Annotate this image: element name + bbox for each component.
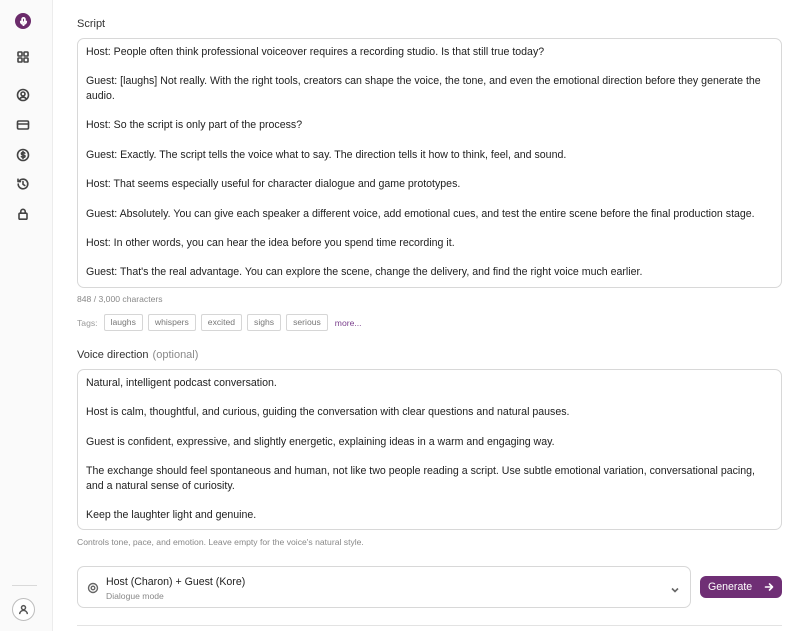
- direction-line: The exchange should feel spontaneous and…: [86, 465, 756, 492]
- voice-direction-textarea[interactable]: Natural, intelligent podcast conversatio…: [77, 369, 782, 530]
- chevron-down-icon: [670, 582, 680, 593]
- voice-selector[interactable]: Host (Charon) + Guest (Kore) Dialogue mo…: [77, 566, 691, 608]
- dollar-icon[interactable]: [15, 147, 31, 163]
- voice-mode: Dialogue mode: [106, 591, 164, 601]
- generate-button[interactable]: Generate: [700, 576, 782, 598]
- grid-icon[interactable]: [15, 49, 31, 65]
- direction-line: Keep the laughter light and genuine.: [86, 509, 257, 522]
- script-textarea[interactable]: Host: People often think professional vo…: [77, 38, 782, 288]
- tag-chip[interactable]: whispers: [147, 314, 196, 331]
- script-line: Guest: Absolutely. You can give each spe…: [86, 207, 755, 220]
- voice-settings-icon: [87, 581, 99, 594]
- tags-label: Tags:: [77, 317, 98, 328]
- tag-chip[interactable]: excited: [200, 314, 243, 331]
- script-line: Host: In other words, you can hear the i…: [86, 237, 455, 250]
- optional-hint: (optional): [152, 349, 199, 361]
- sidebar-divider: [12, 585, 37, 586]
- script-line: Host: People often think professional vo…: [86, 46, 545, 58]
- microphone-logo[interactable]: [15, 13, 31, 29]
- user-circle-icon[interactable]: [15, 87, 31, 103]
- more-tags-link[interactable]: more...: [335, 318, 362, 328]
- tags-row: Tags: laughs whispers excited sighs seri…: [77, 314, 362, 331]
- sidebar: [0, 0, 53, 631]
- tag-chip[interactable]: sighs: [247, 314, 282, 331]
- script-line: Guest: That's the real advantage. You ca…: [86, 266, 643, 279]
- user-icon[interactable]: [12, 598, 35, 621]
- generate-label: Generate: [708, 581, 753, 593]
- script-line: Host: That seems especially useful for c…: [86, 178, 461, 191]
- direction-line: Host is calm, thoughtful, and curious, g…: [86, 406, 570, 419]
- divider: [77, 625, 782, 626]
- voice-direction-help: Controls tone, pace, and emotion. Leave …: [77, 537, 364, 547]
- arrow-right-icon: [764, 582, 774, 592]
- direction-line: Guest is confident, expressive, and slig…: [86, 435, 555, 448]
- voice-direction-label: Voice direction (optional): [77, 349, 198, 361]
- tag-chip[interactable]: laughs: [103, 314, 143, 331]
- script-line: Host: So the script is only part of the …: [86, 119, 303, 132]
- history-icon[interactable]: [15, 176, 31, 192]
- voice-direction-title: Voice direction: [77, 349, 149, 361]
- voice-name: Host (Charon) + Guest (Kore): [106, 576, 246, 588]
- script-line: Guest: [laughs] Not really. With the rig…: [86, 75, 761, 103]
- tag-chip[interactable]: serious: [286, 314, 328, 331]
- script-line: Guest: Exactly. The script tells the voi…: [86, 148, 567, 161]
- lock-icon[interactable]: [15, 206, 31, 222]
- direction-line: Natural, intelligent podcast conversatio…: [86, 377, 277, 389]
- card-icon[interactable]: [15, 117, 31, 133]
- character-count: 848 / 3,000 characters: [77, 294, 163, 304]
- script-label: Script: [77, 18, 106, 30]
